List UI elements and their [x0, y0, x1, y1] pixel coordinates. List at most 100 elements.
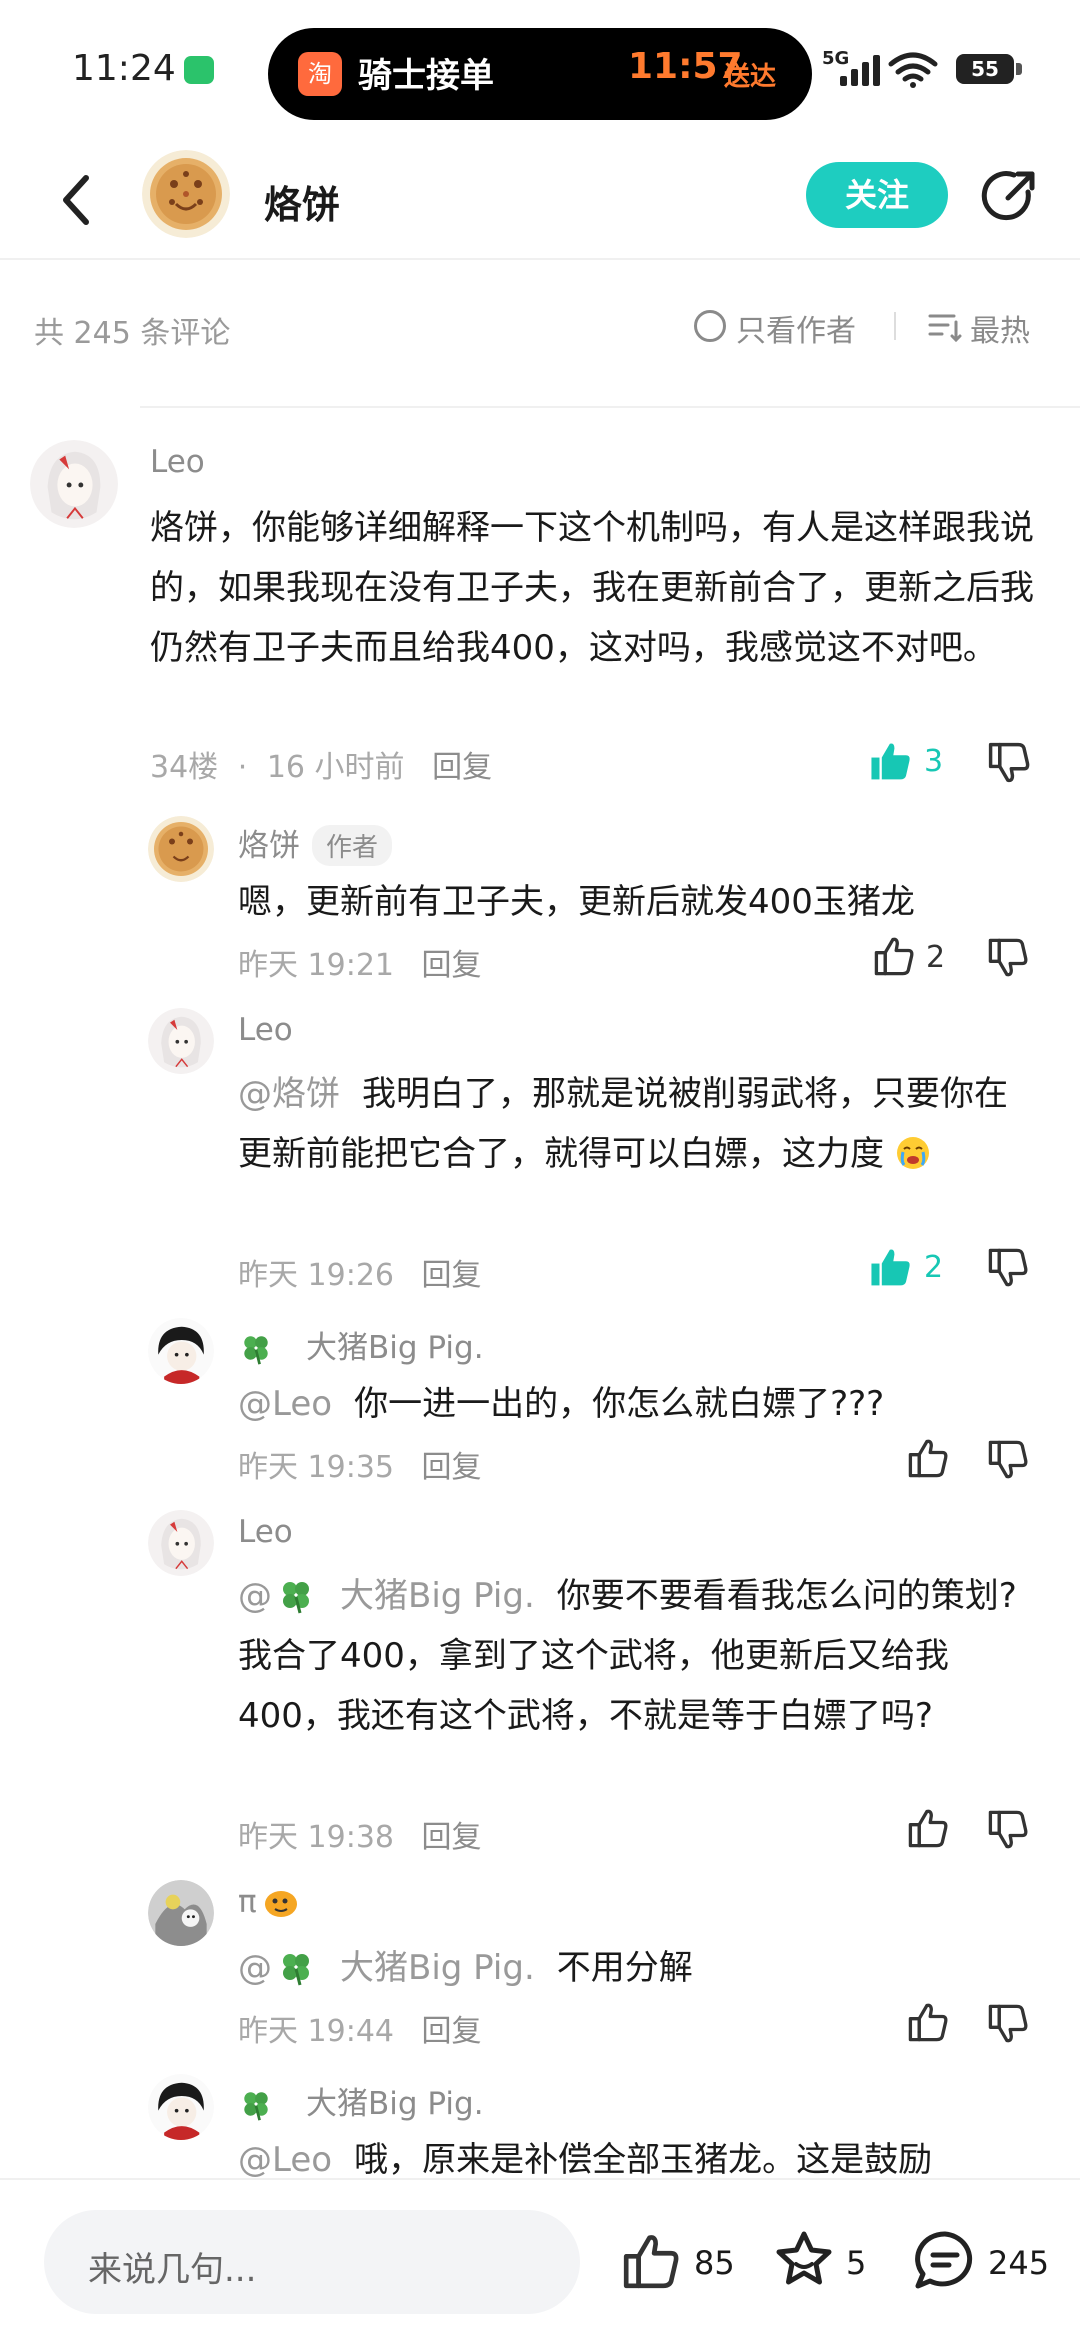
battery-level: 55 — [956, 54, 1014, 84]
replier-avatar[interactable] — [148, 1008, 214, 1074]
reply-text[interactable]: 嗯，更新前有卫子夫，更新后就发400玉猪龙 — [238, 872, 1038, 932]
clover-icon — [238, 2086, 274, 2122]
comment-time: 16 小时前 — [266, 750, 405, 785]
thumb-down-icon[interactable] — [986, 1438, 1030, 1482]
comment-input-placeholder: 来说几句... — [88, 2250, 257, 2290]
author-avatar[interactable] — [142, 150, 230, 238]
replier-name[interactable]: π — [238, 1884, 257, 1920]
reply-time: 昨天 19:21 — [238, 948, 394, 983]
mention-link[interactable]: @Leo — [238, 1384, 332, 1424]
divider — [894, 312, 896, 340]
thumb-up-icon[interactable] — [906, 1436, 950, 1480]
thumb-up-icon[interactable] — [868, 1244, 914, 1290]
replier-name-row: 大猪Big Pig. — [238, 1322, 484, 1367]
mention-link[interactable]: @ 大猪Big Pig. — [238, 1948, 535, 1988]
mention-link[interactable]: @ 大猪Big Pig. — [238, 1576, 535, 1616]
replier-name[interactable]: 大猪Big Pig. — [306, 1330, 484, 1366]
mention-link[interactable]: @烙饼 — [238, 1074, 340, 1114]
thumb-up-icon[interactable] — [868, 738, 914, 784]
replier-name-row: 烙饼 作者 — [238, 820, 393, 866]
replier-avatar[interactable] — [148, 2074, 214, 2140]
reply-meta: 昨天 19:38 回复 — [238, 1812, 482, 1856]
comment-meta: 34楼 · 16 小时前 回复 — [150, 742, 492, 786]
radio-icon — [694, 310, 726, 342]
meta-separator: · — [237, 750, 248, 785]
replier-name[interactable]: Leo — [238, 1514, 293, 1550]
island-title: 骑士接单 — [358, 56, 494, 96]
replier-avatar[interactable] — [148, 1510, 214, 1576]
thumb-up-icon[interactable] — [872, 934, 916, 978]
reply-time: 昨天 19:35 — [238, 1450, 394, 1485]
replier-avatar[interactable] — [148, 1318, 214, 1384]
like-post-icon[interactable] — [620, 2230, 682, 2292]
clover-icon — [238, 1330, 274, 1366]
reply-button[interactable]: 回复 — [422, 1450, 482, 1485]
replier-name[interactable]: Leo — [238, 1012, 293, 1048]
status-time: 11:24 — [72, 48, 176, 89]
share-icon[interactable] — [978, 166, 1040, 228]
sort-label[interactable]: 最热 — [970, 306, 1030, 350]
status-icons: 5G 55 — [820, 46, 1060, 90]
comment-filter-bar: 共 245 条评论 只看作者 最热 — [0, 262, 1080, 408]
thumb-down-icon[interactable] — [986, 1808, 1030, 1852]
thumb-down-icon[interactable] — [986, 936, 1030, 980]
reply-body: 你一进一出的，你怎么就白嫖了??? — [354, 1384, 885, 1424]
mention-name: 大猪Big Pig. — [340, 1948, 535, 1988]
reply-button[interactable]: 回复 — [422, 1258, 482, 1293]
comment-count: 共 245 条评论 — [34, 316, 231, 351]
replier-name-row: 大猪Big Pig. — [238, 2078, 484, 2123]
thumb-up-icon[interactable] — [906, 1806, 950, 1850]
pi-avatar-icon — [148, 1880, 214, 1946]
reply-button[interactable]: 回复 — [422, 1820, 482, 1855]
commenter-name[interactable]: Leo — [150, 444, 205, 480]
leo-avatar-icon — [30, 440, 118, 528]
commenter-avatar[interactable] — [30, 440, 118, 528]
mention-link[interactable]: @Leo — [238, 2140, 332, 2180]
reply-button[interactable]: 回复 — [422, 948, 482, 983]
reply-text[interactable]: @ 大猪Big Pig. 不用分解 — [238, 1938, 1038, 1998]
author-only-label: 只看作者 — [736, 314, 856, 349]
leo-avatar-icon — [148, 1008, 214, 1074]
wechat-icon — [184, 56, 214, 84]
reply-body: 哦，原来是补偿全部玉猪龙。这是鼓励 — [354, 2140, 933, 2180]
star-icon[interactable] — [772, 2228, 836, 2292]
reply-text[interactable]: @ 大猪Big Pig. 你要不要看看我怎么问的策划? 我合了400，拿到了这个武将… — [238, 1566, 1038, 1746]
top-nav: 烙饼 关注 — [0, 140, 1080, 260]
author-name[interactable]: 烙饼 — [264, 174, 340, 229]
replier-avatar[interactable] — [148, 816, 214, 882]
favorite-count: 5 — [846, 2244, 867, 2282]
reply-meta: 昨天 19:21 回复 — [238, 940, 482, 984]
comment-bubble-icon[interactable] — [912, 2228, 978, 2294]
pig-avatar-icon — [148, 1318, 214, 1384]
sort-icon[interactable] — [926, 312, 962, 344]
replier-name[interactable]: 烙饼 — [238, 828, 300, 864]
like-count: 2 — [924, 1250, 944, 1285]
reply-button[interactable]: 回复 — [422, 2014, 482, 2049]
reply-meta: 昨天 19:26 回复 — [238, 1250, 482, 1294]
comment-text[interactable]: 烙饼，你能够详细解释一下这个机制吗，有人是这样跟我说的，如果我现在没有卫子夫，我… — [150, 498, 1040, 678]
reply-text[interactable]: @Leo 你一进一出的，你怎么就白嫖了??? — [238, 1374, 1038, 1434]
clover-icon — [276, 1947, 316, 1987]
thumb-down-icon[interactable] — [986, 2002, 1030, 2046]
reply-button[interactable]: 回复 — [432, 750, 492, 785]
back-arrow-icon[interactable] — [52, 168, 100, 232]
pancake-avatar-icon — [148, 816, 214, 882]
reply-text[interactable]: @烙饼 我明白了，那就是说被削弱武将，只要你在更新前能把它合了，就得可以白嫖，这力… — [238, 1064, 1038, 1184]
like-count: 2 — [926, 940, 946, 975]
bottom-action-bar: 来说几句... 85 5 245 — [0, 2178, 1080, 2339]
replier-avatar[interactable] — [148, 1880, 214, 1946]
follow-button[interactable]: 关注 — [806, 162, 948, 228]
thumb-down-icon[interactable] — [986, 1246, 1030, 1290]
replier-name[interactable]: 大猪Big Pig. — [306, 2086, 484, 2122]
comment-input[interactable]: 来说几句... — [44, 2210, 580, 2314]
pancake-avatar-icon — [142, 150, 230, 238]
taobao-app-icon: 淘 — [298, 52, 342, 96]
dynamic-island[interactable]: 淘 骑士接单 11:57 送达 — [268, 28, 812, 120]
mention-at: @ — [238, 1576, 272, 1616]
thumb-up-icon[interactable] — [906, 2000, 950, 2044]
thumb-down-icon[interactable] — [986, 740, 1032, 786]
reply-time: 昨天 19:38 — [238, 1820, 394, 1855]
like-count: 3 — [924, 744, 944, 779]
author-badge: 作者 — [312, 825, 393, 866]
battery-tip — [1016, 63, 1022, 75]
